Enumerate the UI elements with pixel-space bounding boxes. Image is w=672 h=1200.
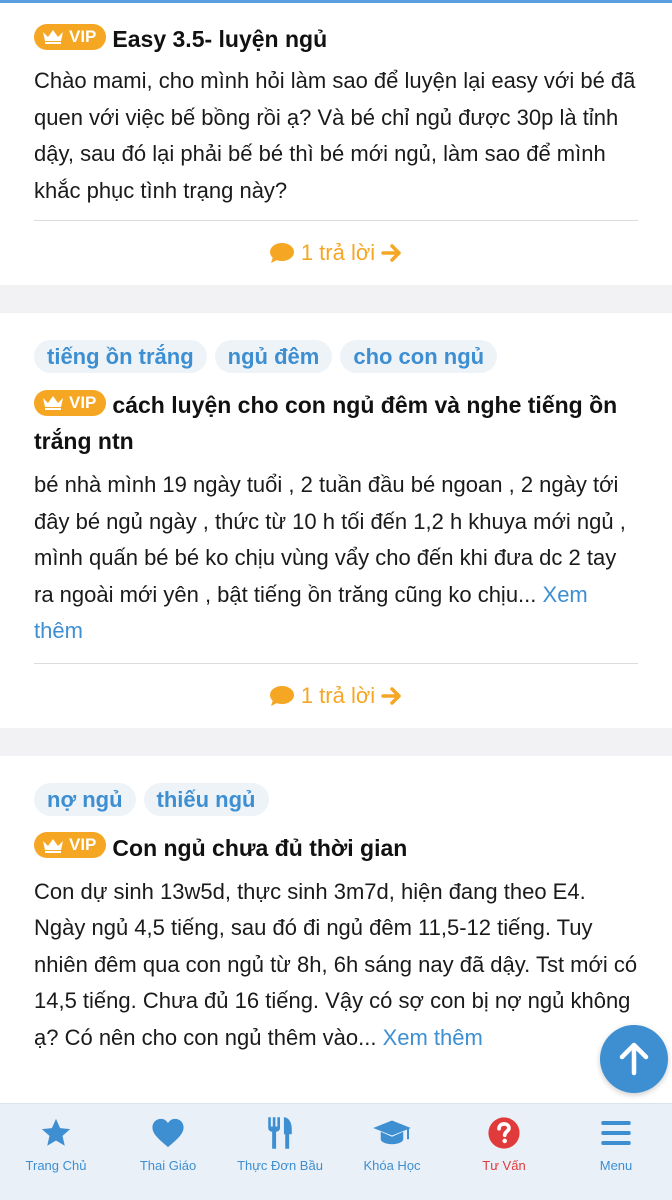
post-body[interactable]: Con dự sinh 13w5d, thực sinh 3m7d, hiện … <box>34 866 638 1057</box>
nav-label: Trang Chủ <box>25 1158 87 1173</box>
tag-chip[interactable]: thiếu ngủ <box>143 782 269 816</box>
star-icon <box>39 1116 73 1150</box>
reply-count[interactable]: 1 trả lời <box>301 683 375 709</box>
arrow-up-icon <box>619 1042 649 1076</box>
post-card[interactable]: nợ ngủ thiếu ngủ VIP Con ngủ chưa đủ thờ… <box>0 755 672 1156</box>
post-body-text[interactable]: Con dự sinh 13w5d, thực sinh 3m7d, hiện … <box>34 879 637 1050</box>
crown-icon <box>43 396 63 410</box>
question-circle-icon <box>487 1116 521 1150</box>
post-body[interactable]: bé nhà mình 19 ngày tuổi , 2 tuần đầu bé… <box>34 459 638 650</box>
post-title-row[interactable]: VIP Easy 3.5- luyện ngủ <box>34 3 638 57</box>
card-gap <box>0 727 672 756</box>
chat-bubble-icon <box>269 685 294 706</box>
post-title[interactable]: Con ngủ chưa đủ thời gian <box>112 835 407 861</box>
hamburger-menu-icon <box>600 1116 632 1150</box>
tag-chip[interactable]: ngủ đêm <box>214 340 333 373</box>
post-title[interactable]: cách luyện cho con ngủ đêm và nghe tiếng… <box>34 392 617 454</box>
vip-label: VIP <box>69 835 97 854</box>
nav-item-thai-giao[interactable]: Thai Giáo <box>112 1104 224 1200</box>
reply-count[interactable]: 1 trả lời <box>301 240 375 266</box>
nav-label: Tư Vấn <box>482 1158 526 1173</box>
tag-chip[interactable]: cho con ngủ <box>340 340 498 373</box>
post-body[interactable]: Chào mami, cho mình hỏi làm sao để luyện… <box>34 57 638 209</box>
vip-badge: VIP <box>34 23 107 50</box>
nav-label: Khóa Học <box>363 1158 421 1173</box>
post-card[interactable]: tiếng ồn trắng ngủ đêm cho con ngủ VIP c… <box>0 313 672 728</box>
post-feed: VIP Easy 3.5- luyện ngủ Chào mami, cho m… <box>0 3 672 1156</box>
post-body-text[interactable]: bé nhà mình 19 ngày tuổi , 2 tuần đầu bé… <box>34 472 626 607</box>
tag-list: tiếng ồn trắng ngủ đêm cho con ngủ <box>34 313 638 373</box>
heart-icon <box>151 1116 185 1150</box>
see-more-link[interactable]: Xem thêm <box>383 1025 483 1050</box>
chat-bubble-icon <box>269 243 294 263</box>
crown-icon <box>43 30 63 44</box>
post-body-text[interactable]: Chào mami, cho mình hỏi làm sao để luyện… <box>34 68 635 203</box>
utensils-icon <box>265 1116 295 1150</box>
tag-list: nợ ngủ thiếu ngủ <box>34 756 638 816</box>
nav-item-tu-van[interactable]: Tư Vấn <box>448 1104 560 1200</box>
scroll-to-top-button[interactable] <box>600 1025 668 1093</box>
tag-chip[interactable]: tiếng ồn trắng <box>34 340 207 373</box>
nav-item-khoa-hoc[interactable]: Khóa Học <box>336 1104 448 1200</box>
reply-link[interactable]: 1 trả lời <box>34 664 638 728</box>
arrow-right-icon <box>381 686 401 705</box>
post-title[interactable]: Easy 3.5- luyện ngủ <box>112 26 327 52</box>
card-gap <box>0 285 672 313</box>
bottom-navigation: Trang Chủ Thai Giáo Thực Đơn Bầu Khóa Họ… <box>0 1103 672 1200</box>
nav-item-trang-chu[interactable]: Trang Chủ <box>0 1104 112 1200</box>
post-title-row[interactable]: VIP cách luyện cho con ngủ đêm và nghe t… <box>34 373 638 459</box>
vip-badge: VIP <box>34 832 107 858</box>
vip-label: VIP <box>69 392 97 412</box>
post-card[interactable]: VIP Easy 3.5- luyện ngủ Chào mami, cho m… <box>0 3 672 285</box>
reply-link[interactable]: 1 trả lời <box>34 221 638 285</box>
arrow-right-icon <box>381 244 401 262</box>
tag-chip[interactable]: nợ ngủ <box>34 782 136 816</box>
nav-label: Menu <box>599 1158 633 1173</box>
crown-icon <box>43 838 63 853</box>
vip-badge: VIP <box>34 389 107 416</box>
nav-item-thuc-don-bau[interactable]: Thực Đơn Bầu <box>224 1104 336 1200</box>
vip-label: VIP <box>69 26 97 46</box>
nav-item-menu[interactable]: Menu <box>560 1104 672 1200</box>
nav-label: Thực Đơn Bầu <box>237 1158 323 1173</box>
graduation-cap-icon <box>372 1116 412 1150</box>
nav-label: Thai Giáo <box>139 1158 197 1173</box>
post-title-row[interactable]: VIP Con ngủ chưa đủ thời gian <box>34 816 638 866</box>
